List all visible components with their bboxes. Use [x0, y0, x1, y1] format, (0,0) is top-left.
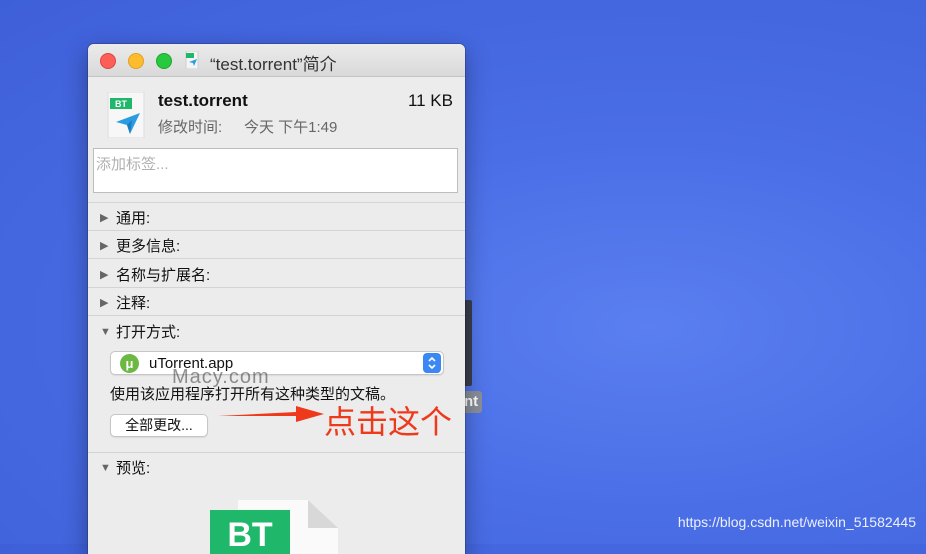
bt-file-icon: [185, 51, 199, 69]
utorrent-icon-glyph: μ: [125, 356, 134, 371]
file-name: test.torrent: [158, 91, 248, 110]
bt-file-preview: BT: [210, 500, 338, 554]
triangle-right-icon: ▶: [100, 240, 109, 252]
file-badge-text: BT: [115, 99, 127, 109]
zoom-button[interactable]: [156, 53, 172, 69]
arrow-right-icon: [218, 406, 324, 422]
divider: [88, 287, 465, 288]
section-name-ext[interactable]: ▶ 名称与扩展名:: [100, 264, 210, 285]
open-with-app-select[interactable]: μ uTorrent.app: [110, 351, 444, 375]
divider: [88, 202, 465, 203]
divider: [88, 315, 465, 316]
modified-label: 修改时间:: [158, 119, 223, 136]
triangle-right-icon: ▶: [100, 269, 109, 281]
utorrent-icon: μ: [120, 354, 139, 373]
tags-input[interactable]: [93, 148, 458, 193]
watermark: Macy.com: [172, 366, 270, 388]
section-preview[interactable]: ▼ 预览:: [100, 457, 150, 478]
change-all-button[interactable]: 全部更改...: [110, 414, 208, 437]
section-comments-label: 注释:: [116, 295, 151, 312]
divider: [88, 230, 465, 231]
annotation-text: 点击这个: [324, 404, 453, 440]
section-preview-label: 预览:: [116, 460, 151, 477]
triangle-down-icon: ▼: [100, 325, 111, 338]
titlebar: “test.torrent”简介: [88, 44, 465, 77]
section-general[interactable]: ▶ 通用:: [100, 207, 150, 228]
minimize-button[interactable]: [128, 53, 144, 69]
close-button[interactable]: [100, 53, 116, 69]
source-credit: https://blog.csdn.net/weixin_51582445: [677, 514, 916, 530]
preview-badge-text: BT: [227, 516, 273, 554]
divider: [88, 258, 465, 259]
section-more-info-label: 更多信息:: [116, 238, 181, 255]
section-more-info[interactable]: ▶ 更多信息:: [100, 235, 180, 256]
section-open-with[interactable]: ▼ 打开方式:: [100, 321, 180, 342]
triangle-right-icon: ▶: [100, 212, 109, 224]
bt-file-icon: BT: [107, 92, 145, 138]
window-title: “test.torrent”简介: [210, 55, 337, 74]
section-comments[interactable]: ▶ 注释:: [100, 292, 150, 313]
file-size: 11 KB: [407, 91, 453, 110]
triangle-right-icon: ▶: [100, 297, 109, 309]
divider: [88, 452, 465, 453]
section-open-with-label: 打开方式:: [116, 324, 181, 341]
background-app-label: nt: [462, 391, 482, 413]
section-general-label: 通用:: [116, 210, 151, 227]
modified-value: 今天 下午1:49: [244, 119, 338, 136]
get-info-window: “test.torrent”简介 BT test.torrent 11 KB 修…: [88, 44, 465, 554]
chevron-up-down-icon[interactable]: [423, 353, 441, 373]
triangle-down-icon: ▼: [100, 461, 111, 474]
section-name-ext-label: 名称与扩展名:: [116, 267, 211, 284]
